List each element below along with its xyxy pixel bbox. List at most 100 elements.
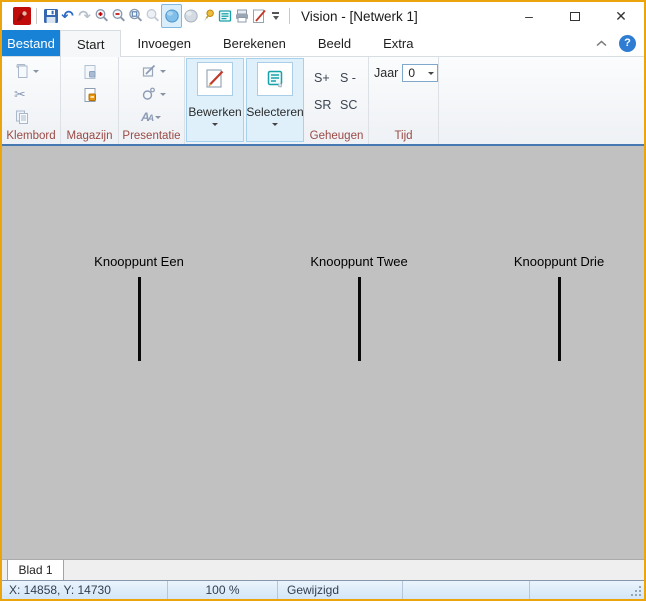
circles-style-icon	[142, 87, 155, 100]
cut-button[interactable]: ✂	[14, 85, 60, 103]
maximize-button[interactable]	[552, 2, 598, 30]
document-orange-badge-icon	[84, 88, 96, 102]
redo-button[interactable]: ↷	[76, 4, 93, 28]
group-label-klembord: Klembord	[6, 130, 56, 142]
save-button[interactable]	[42, 4, 59, 28]
close-button[interactable]: ✕	[598, 2, 644, 30]
tab-bestand[interactable]: Bestand	[2, 30, 60, 56]
status-bar: X: 14858, Y: 14730 100 % Gewijzigd	[2, 580, 644, 599]
qat-menu-button[interactable]	[267, 4, 284, 28]
group-tijd: Jaar 0 Tijd	[369, 57, 439, 144]
font-style-dropdown-icon	[155, 115, 162, 119]
jaar-value: 0	[408, 66, 416, 80]
zoom-window-button[interactable]	[127, 4, 144, 28]
group-magazijn: Magazijn	[61, 57, 119, 144]
collapse-ribbon-button[interactable]	[592, 34, 610, 52]
jaar-dropdown[interactable]: 0	[402, 64, 438, 82]
bewerken-dropdown-icon	[212, 123, 218, 126]
copy-icon	[16, 110, 28, 124]
node-style-dropdown-icon	[160, 92, 166, 96]
ellipse-tool-disabled-button[interactable]	[182, 4, 199, 28]
edit-button[interactable]	[250, 4, 267, 28]
line-style-button[interactable]	[141, 62, 184, 80]
tab-beeld[interactable]: Beeld	[302, 30, 367, 56]
network-node-drie[interactable]: Knooppunt Drie	[484, 254, 634, 361]
node-style-button[interactable]	[141, 85, 184, 103]
magazijn-open-button[interactable]	[82, 63, 98, 81]
print-button[interactable]	[233, 4, 250, 28]
document-blue-badge-icon	[84, 65, 95, 79]
memory-sr-button[interactable]: SR	[314, 97, 340, 113]
minimize-button[interactable]: –	[506, 2, 552, 30]
tab-extra[interactable]: Extra	[367, 30, 429, 56]
titlebar-separator	[36, 8, 37, 24]
magazijn-save-button[interactable]	[82, 86, 98, 104]
jaar-field-label: Jaar	[374, 66, 399, 80]
bewerken-button-label: Bewerken	[188, 105, 242, 119]
save-icon	[43, 9, 58, 23]
status-coordinates: X: 14858, Y: 14730	[2, 581, 168, 599]
bewerken-iconbox	[197, 62, 233, 96]
sheet-tab-blad1[interactable]: Blad 1	[7, 560, 64, 580]
zoom-window-icon	[128, 8, 142, 22]
pin-button[interactable]	[199, 4, 216, 28]
node-busbar-line[interactable]	[137, 277, 141, 361]
minimize-icon: –	[525, 8, 533, 24]
paste-dropdown-icon	[33, 69, 39, 73]
group-label-presentatie: Presentatie	[122, 130, 181, 142]
group-presentatie: AA Presentatie	[119, 57, 185, 144]
zoom-in-icon	[95, 9, 108, 22]
window-title: Vision - [Netwerk 1]	[301, 8, 418, 24]
ribbon: ✂ Klembord Magazijn AA Presentatie Bewer…	[2, 57, 644, 146]
group-selecteren[interactable]: Selecteren	[246, 58, 304, 142]
ribbon-spacer	[439, 57, 644, 144]
font-style-icon: AA	[141, 110, 154, 124]
zoom-previous-button[interactable]	[144, 4, 161, 28]
redo-icon: ↷	[78, 7, 91, 25]
zoom-out-icon	[112, 9, 125, 22]
memory-sc-button[interactable]: SC	[340, 97, 366, 113]
window-controls: – ✕	[506, 2, 644, 30]
group-bewerken[interactable]: Bewerken	[186, 58, 244, 142]
copy-button[interactable]	[14, 108, 60, 126]
network-canvas[interactable]: Knooppunt Een Knooppunt Twee Knooppunt D…	[2, 146, 644, 559]
node-label: Knooppunt Drie	[513, 254, 605, 269]
node-busbar-line[interactable]	[557, 277, 561, 361]
chevron-up-icon	[596, 39, 606, 46]
status-zoom-level: 100 %	[168, 581, 278, 599]
network-node-een[interactable]: Knooppunt Een	[64, 254, 214, 361]
print-icon	[235, 9, 248, 23]
group-klembord: ✂ Klembord	[2, 57, 61, 144]
node-busbar-line[interactable]	[357, 277, 361, 361]
memory-sminus-button[interactable]: S -	[340, 70, 366, 86]
status-empty-segment	[403, 581, 530, 599]
zoom-in-button[interactable]	[93, 4, 110, 28]
font-style-button[interactable]: AA	[141, 108, 184, 126]
line-style-dropdown-icon	[160, 69, 166, 73]
tabbar-right-controls: ?	[592, 30, 644, 56]
zoom-out-button[interactable]	[110, 4, 127, 28]
resize-grip[interactable]	[631, 586, 642, 597]
network-node-twee[interactable]: Knooppunt Twee	[284, 254, 434, 361]
jaar-dropdown-icon	[428, 71, 434, 75]
tab-berekenen[interactable]: Berekenen	[207, 30, 302, 56]
node-label: Knooppunt Een	[94, 254, 184, 269]
memory-splus-button[interactable]: S+	[314, 70, 340, 86]
tab-invoegen[interactable]: Invoegen	[121, 30, 207, 56]
select-list-button[interactable]	[216, 4, 233, 28]
select-list-icon	[218, 10, 231, 22]
bewerken-edit-icon	[206, 69, 224, 88]
app-icon[interactable]	[13, 7, 31, 25]
node-label: Knooppunt Twee	[310, 254, 408, 269]
tab-start[interactable]: Start	[60, 30, 122, 57]
status-empty-segment	[530, 581, 644, 599]
maximize-icon	[570, 11, 580, 21]
ellipse-tool-button[interactable]	[161, 4, 182, 28]
group-label-tijd: Tijd	[394, 130, 413, 142]
help-button[interactable]: ?	[619, 34, 636, 52]
status-modified-state: Gewijzigd	[278, 581, 403, 599]
undo-button[interactable]: ↶	[59, 4, 76, 28]
help-icon: ?	[624, 37, 631, 49]
paste-button[interactable]	[14, 62, 60, 80]
group-label-magazijn: Magazijn	[66, 130, 113, 142]
